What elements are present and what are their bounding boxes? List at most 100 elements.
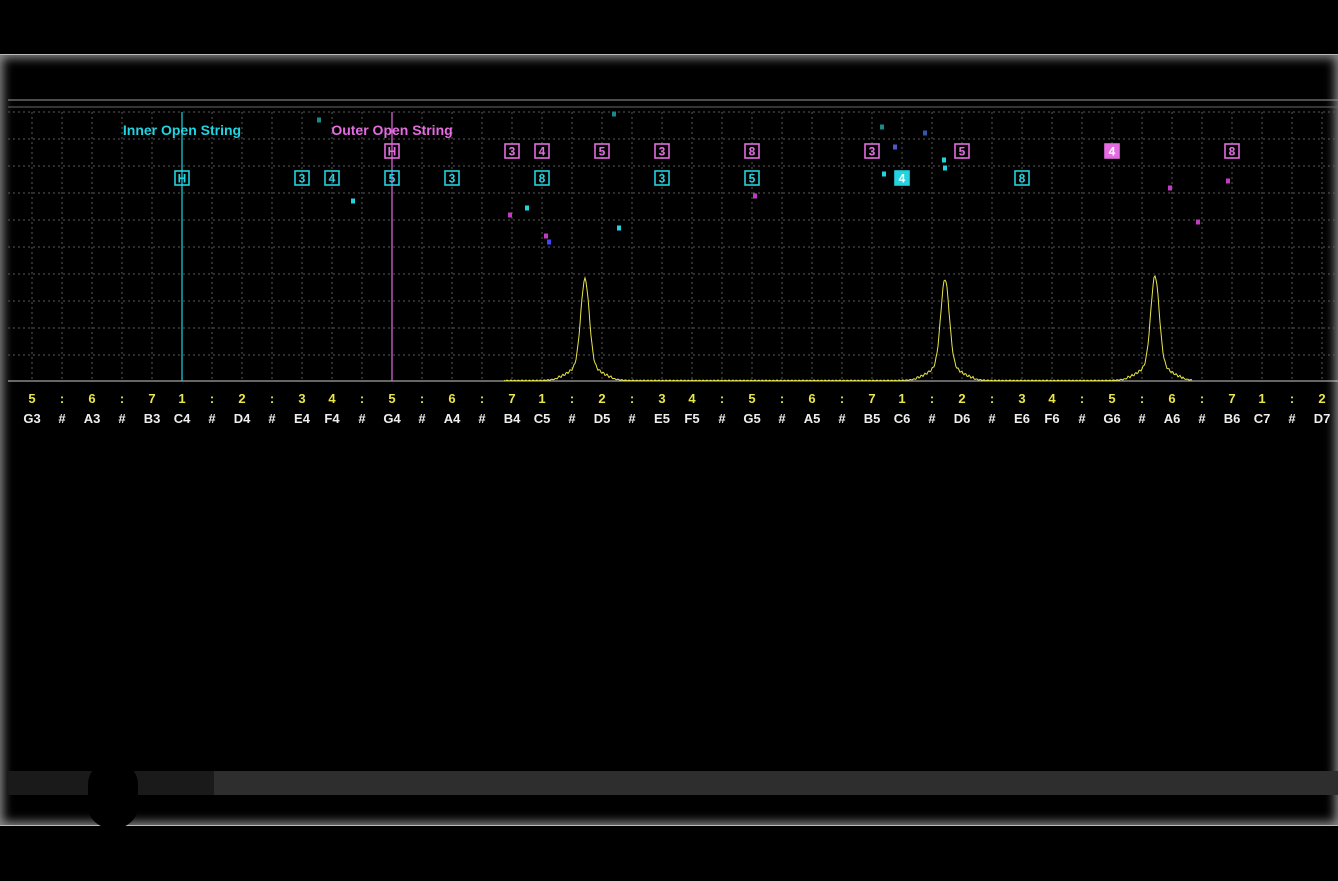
note-name-label: C7 (1254, 411, 1271, 426)
scale-degree-label: : (480, 391, 484, 406)
note-name-label: E4 (294, 411, 311, 426)
pitch-dot (351, 198, 355, 204)
note-name-label: F5 (684, 411, 699, 426)
pitch-dot (943, 165, 947, 171)
inner-interval-marker: 8 (534, 170, 550, 186)
note-name-label: B3 (144, 411, 161, 426)
outer-interval-marker: 5 (594, 143, 610, 159)
inner-interval-marker-label: 5 (389, 172, 396, 186)
scale-degree-label: 5 (1108, 391, 1115, 406)
note-name-label: A5 (804, 411, 821, 426)
scale-degree-label: 7 (148, 391, 155, 406)
inner-interval-marker: 3 (654, 170, 670, 186)
outer-interval-marker: 4 (534, 143, 550, 159)
scale-degree-label: 5 (388, 391, 395, 406)
inner-interval-marker: 3 (294, 170, 310, 186)
scale-degree-label: : (420, 391, 424, 406)
scale-degree-label: : (270, 391, 274, 406)
outer-interval-marker: 3 (864, 143, 880, 159)
note-name-label: B4 (504, 411, 521, 426)
note-name-label: # (1288, 411, 1296, 426)
scale-degree-label: : (360, 391, 364, 406)
outer-interval-marker-label: 8 (1229, 145, 1236, 159)
note-name-label: # (118, 411, 126, 426)
inner-interval-marker-label: 3 (449, 172, 456, 186)
scale-degree-label: 5 (28, 391, 35, 406)
note-name-label: E6 (1014, 411, 1030, 426)
note-name-label: # (568, 411, 576, 426)
pitch-dot (880, 124, 884, 130)
scale-degree-label: : (120, 391, 124, 406)
scale-degree-label: 2 (958, 391, 965, 406)
inner-interval-marker: 8 (1014, 170, 1030, 186)
pitch-dot (882, 171, 886, 177)
note-name-label: G6 (1103, 411, 1120, 426)
note-name-label: F4 (324, 411, 340, 426)
inner-interval-marker-label: 3 (299, 172, 306, 186)
scale-degree-label: 4 (328, 391, 336, 406)
outer-interval-marker: 3 (654, 143, 670, 159)
inner-interval-marker: 5 (384, 170, 400, 186)
inner-interval-marker-label: 4 (329, 172, 336, 186)
outer-interval-marker-label: 5 (959, 145, 966, 159)
pitch-dot (753, 193, 757, 199)
grid (8, 111, 1338, 381)
scale-degree-label: 1 (178, 391, 185, 406)
pitch-display: Inner Open String Outer Open String H 3 4 5 3 8… (8, 99, 1338, 426)
pitch-dot (1196, 219, 1200, 225)
note-name-label: # (1198, 411, 1206, 426)
scale-degree-label: 3 (1018, 391, 1025, 406)
scale-degree-label: : (210, 391, 214, 406)
inner-interval-marker: 4 (894, 170, 910, 186)
scale-degree-label: : (60, 391, 64, 406)
note-name-label: G4 (383, 411, 401, 426)
note-name-label: # (358, 411, 366, 426)
scroll-handle[interactable] (88, 762, 138, 828)
pitch-dot (893, 144, 897, 150)
note-name-label: G3 (23, 411, 40, 426)
outer-interval-marker-label: H (388, 145, 397, 159)
pitch-dot (525, 205, 529, 211)
note-name-label: # (838, 411, 846, 426)
pitch-dot (544, 233, 548, 239)
outer-interval-marker: 3 (504, 143, 520, 159)
scale-degree-label: 5 (748, 391, 755, 406)
scale-degree-label: 6 (808, 391, 815, 406)
outer-interval-marker: 8 (1224, 143, 1240, 159)
pitch-dot (942, 157, 946, 163)
note-name-label: # (988, 411, 996, 426)
inner-interval-marker: 3 (444, 170, 460, 186)
note-name-label: C6 (894, 411, 911, 426)
note-name-label: C4 (174, 411, 191, 426)
note-name-label: # (718, 411, 726, 426)
note-name-label: A6 (1164, 411, 1181, 426)
outer-interval-marker-label: 5 (599, 145, 606, 159)
outer-interval-marker-label: 3 (509, 145, 516, 159)
scale-degree-label: 2 (1318, 391, 1325, 406)
note-name-label: # (1138, 411, 1146, 426)
scale-degree-label: 7 (508, 391, 515, 406)
scale-degree-label: 6 (88, 391, 95, 406)
scale-degree-label: : (1200, 391, 1204, 406)
scale-degree-label: 1 (1258, 391, 1265, 406)
horizontal-scrollbar-thumb[interactable] (214, 771, 1338, 795)
note-name-label: # (1078, 411, 1086, 426)
scale-degree-label: 3 (658, 391, 665, 406)
scale-degree-label: 1 (538, 391, 545, 406)
scale-degree-label: : (720, 391, 724, 406)
scale-degree-label: : (630, 391, 634, 406)
scale-degree-label: 7 (868, 391, 875, 406)
outer-interval-marker-label: 3 (659, 145, 666, 159)
pitch-dot (923, 130, 927, 136)
inner-interval-marker-label: H (178, 172, 187, 186)
scale-degree-label: : (990, 391, 994, 406)
note-name-label: # (208, 411, 216, 426)
pitch-dot (547, 239, 551, 245)
note-name-label: B5 (864, 411, 881, 426)
note-name-label: A3 (84, 411, 101, 426)
note-name-label: B6 (1224, 411, 1241, 426)
scale-degree-label: : (1140, 391, 1144, 406)
note-name-label: # (628, 411, 636, 426)
scale-degree-label: 2 (598, 391, 605, 406)
scale-degree-label: 4 (688, 391, 696, 406)
